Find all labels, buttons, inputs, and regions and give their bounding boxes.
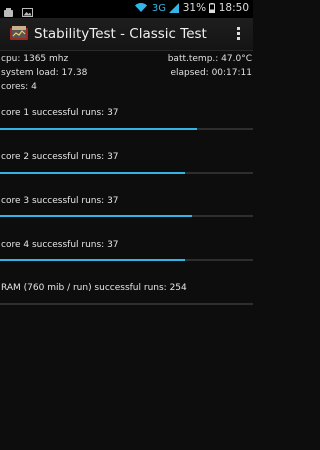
core-4-label: core 4 successful runs: 37 bbox=[1, 240, 119, 250]
core-2-label: core 2 successful runs: 37 bbox=[1, 152, 119, 162]
stability-test-app-icon[interactable] bbox=[9, 24, 29, 42]
test-content: cpu: 1365 mhz batt.temp.: 47.0°C system … bbox=[0, 52, 253, 94]
core-4-progress-track bbox=[0, 259, 253, 261]
network-type-label: 3G bbox=[151, 2, 167, 14]
action-bar: StabilityTest - Classic Test bbox=[0, 18, 253, 51]
cpu-frequency: cpu: 1365 mhz bbox=[1, 54, 69, 64]
android-debug-icon bbox=[4, 8, 13, 17]
stats-row-1: cpu: 1365 mhz batt.temp.: 47.0°C bbox=[0, 52, 253, 66]
clock: 18:50 bbox=[218, 2, 249, 14]
bottom-empty-area bbox=[0, 410, 253, 450]
core-2-progress-track bbox=[0, 172, 253, 174]
stats-row-3: cores: 4 bbox=[0, 80, 253, 94]
cores-count: cores: 4 bbox=[1, 82, 37, 92]
image-icon bbox=[22, 8, 34, 17]
core-3-label: core 3 successful runs: 37 bbox=[1, 196, 119, 206]
core-3-progress-fill bbox=[0, 215, 193, 217]
app-title: StabilityTest - Classic Test bbox=[34, 26, 207, 42]
ram-progress-track bbox=[0, 303, 253, 305]
core-1-progress-fill bbox=[0, 128, 198, 130]
battery-percent: 31% bbox=[182, 2, 207, 14]
battery-temperature: batt.temp.: 47.0°C bbox=[167, 54, 252, 64]
core-3-progress-track bbox=[0, 215, 253, 217]
stats-row-2: system load: 17.38 elapsed: 00:17:11 bbox=[0, 66, 253, 80]
status-right: 3G 31% 18:50 bbox=[134, 2, 249, 14]
status-bar: 3G 31% 18:50 bbox=[0, 0, 253, 18]
wifi-icon bbox=[134, 3, 147, 13]
core-1-label: core 1 successful runs: 37 bbox=[1, 108, 119, 118]
core-4-progress-fill bbox=[0, 259, 185, 261]
elapsed-time: elapsed: 00:17:11 bbox=[170, 68, 252, 78]
ram-label: RAM (760 mib / run) successful runs: 254 bbox=[1, 283, 187, 293]
overflow-menu-icon[interactable] bbox=[237, 27, 241, 41]
system-load: system load: 17.38 bbox=[1, 68, 88, 78]
signal-icon bbox=[169, 3, 180, 13]
battery-icon bbox=[209, 3, 216, 14]
core-2-progress-fill bbox=[0, 172, 185, 174]
core-1-progress-track bbox=[0, 128, 253, 130]
